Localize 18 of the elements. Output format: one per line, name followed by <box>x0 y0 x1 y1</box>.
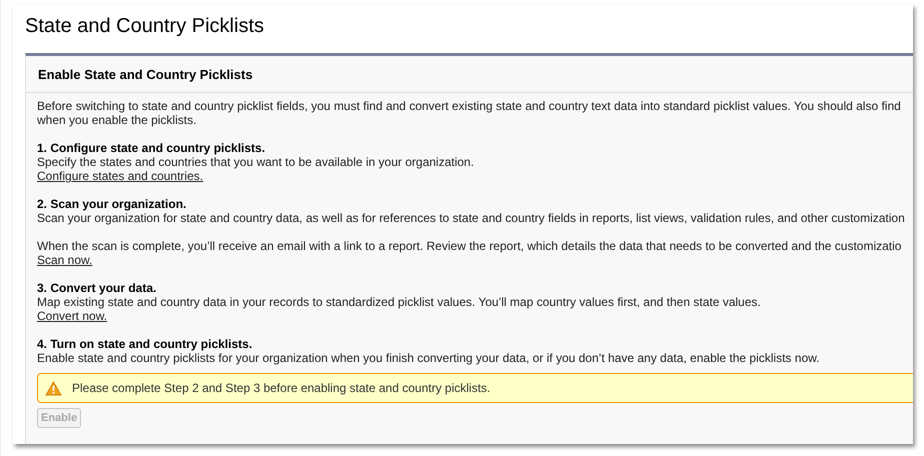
step-link[interactable]: Configure states and countries. <box>37 169 204 183</box>
step-link[interactable]: Convert now. <box>37 309 108 323</box>
warning-text: Please complete Step 2 and Step 3 before enabling state and country picklists. <box>72 381 490 395</box>
step-heading: 4. Turn on state and country picklists. <box>37 337 252 351</box>
step-heading: 1. Configure state and country picklists. <box>37 141 266 155</box>
intro-text: Before switching to state and country picklist fields, you must find and convert existing state and country text data into standard picklist values. You should also find <box>37 99 901 113</box>
step-text: Specify the states and countries that you want to be available in your organization. <box>37 155 474 169</box>
step-text: When the scan is complete, you’ll receive an email with a link to a report. Review the report, which details the data that needs to be converted and the customizatio <box>37 239 902 253</box>
panel-heading: Enable State and Country Picklists <box>38 67 254 83</box>
intro-text: when you enable the picklists. <box>37 113 196 127</box>
step-text: Map existing state and country data in your records to standardized picklist values. You’ll map country values first, and then state values. <box>37 295 761 309</box>
warning-icon <box>45 380 62 396</box>
step-text: Scan your organization for state and country data, as well as for references to state and country fields in reports, list views, validation rules, and other customization <box>37 211 905 225</box>
step-heading: 2. Scan your organization. <box>37 197 186 211</box>
step-link[interactable]: Scan now. <box>37 253 92 267</box>
page-title: State and Country Picklists <box>25 14 265 39</box>
step-heading: 3. Convert your data. <box>37 281 156 295</box>
step-text: Enable state and country picklists for your organization when you finish converting your data, or if you don’t have any data, enable the picklists now. <box>37 351 820 365</box>
